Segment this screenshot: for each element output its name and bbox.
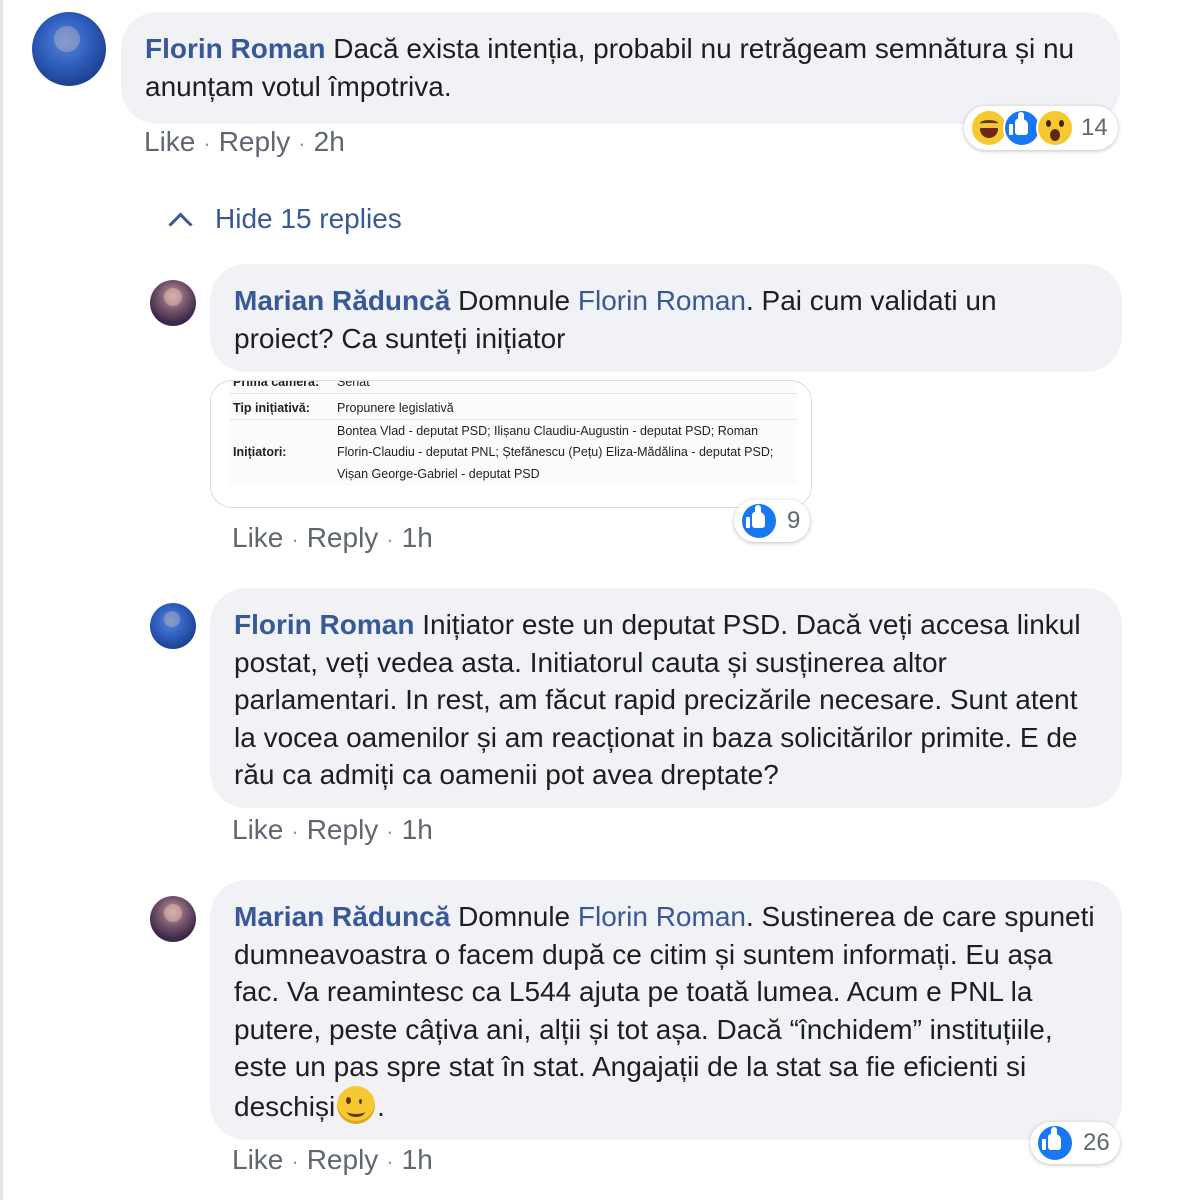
hide-replies-button[interactable]: Hide 15 replies bbox=[168, 203, 402, 237]
separator-dot: · bbox=[386, 527, 394, 552]
reaction-count: 26 bbox=[1083, 1129, 1110, 1156]
doc-label: Inițiatori: bbox=[233, 445, 287, 459]
avatar[interactable] bbox=[150, 603, 196, 649]
reply-prefix: Domnule bbox=[458, 285, 571, 316]
document-snippet: Prima cameră: Senat Tip inițiativă: Prop… bbox=[229, 381, 797, 485]
wink-emoji-icon bbox=[337, 1085, 376, 1124]
reactions-summary[interactable]: 14 bbox=[964, 106, 1118, 150]
reply-button[interactable]: Reply bbox=[307, 522, 379, 553]
reaction-count: 14 bbox=[1081, 114, 1108, 141]
reply-bubble: Florin Roman Inițiator este un deputat P… bbox=[210, 588, 1122, 808]
reply-button[interactable]: Reply bbox=[219, 126, 291, 157]
reply-actions: Like · Reply · 1h bbox=[232, 522, 433, 554]
like-button[interactable]: Like bbox=[232, 1144, 283, 1175]
chevron-up-icon bbox=[168, 212, 193, 237]
reply-actions: Like · Reply · 1h bbox=[232, 814, 433, 846]
like-button[interactable]: Like bbox=[232, 522, 283, 553]
reactions-summary[interactable]: 9 bbox=[734, 500, 810, 542]
reply-author[interactable]: Marian Răduncă bbox=[234, 901, 450, 932]
comment-actions: Like · Reply · 2h bbox=[144, 126, 345, 158]
mention-link[interactable]: Florin Roman bbox=[578, 285, 746, 316]
like-button[interactable]: Like bbox=[232, 814, 283, 845]
separator-dot: · bbox=[203, 131, 211, 156]
avatar[interactable] bbox=[150, 896, 196, 942]
reply-bubble: Marian Răduncă Domnule Florin Roman. Sus… bbox=[210, 880, 1122, 1140]
attached-image[interactable]: Prima cameră: Senat Tip inițiativă: Prop… bbox=[210, 380, 812, 508]
reply-bubble: Marian Răduncă Domnule Florin Roman. Pai… bbox=[210, 264, 1122, 372]
doc-value: Bontea Vlad - deputat PSD; Ilișanu Claud… bbox=[337, 424, 759, 438]
reply-author[interactable]: Marian Răduncă bbox=[234, 285, 450, 316]
separator-dot: · bbox=[291, 1149, 299, 1174]
mention-link[interactable]: Florin Roman bbox=[578, 901, 746, 932]
doc-value: Senat bbox=[337, 380, 370, 389]
like-icon bbox=[1036, 1124, 1074, 1162]
timestamp[interactable]: 1h bbox=[402, 814, 433, 845]
like-icon bbox=[740, 502, 778, 540]
doc-value: Propunere legislativă bbox=[337, 401, 454, 415]
like-button[interactable]: Like bbox=[144, 126, 195, 157]
reaction-count: 9 bbox=[787, 507, 801, 534]
doc-value: Vișan George-Gabriel - deputat PSD bbox=[337, 467, 540, 481]
separator-dot: · bbox=[386, 819, 394, 844]
avatar[interactable] bbox=[32, 12, 106, 86]
reply-end: . bbox=[377, 1090, 385, 1122]
avatar[interactable] bbox=[150, 280, 196, 326]
reply-button[interactable]: Reply bbox=[307, 1144, 379, 1175]
timestamp[interactable]: 2h bbox=[314, 126, 345, 157]
separator-dot: · bbox=[298, 131, 306, 156]
timestamp[interactable]: 1h bbox=[402, 1144, 433, 1175]
reply-actions: Like · Reply · 1h bbox=[232, 1144, 433, 1176]
separator-dot: · bbox=[291, 527, 299, 552]
doc-label: Prima cameră: bbox=[233, 380, 320, 389]
doc-value: Florin-Claudiu - deputat PNL; Ștefănescu… bbox=[337, 445, 774, 459]
wow-icon bbox=[1036, 109, 1074, 147]
comment-author[interactable]: Florin Roman bbox=[145, 33, 325, 64]
timestamp[interactable]: 1h bbox=[402, 522, 433, 553]
separator-dot: · bbox=[291, 819, 299, 844]
reply-button[interactable]: Reply bbox=[307, 814, 379, 845]
comment-bubble: Florin Roman Dacă exista intenția, proba… bbox=[121, 12, 1120, 124]
reply-author[interactable]: Florin Roman bbox=[234, 609, 414, 640]
separator-dot: · bbox=[386, 1149, 394, 1174]
hide-replies-label: Hide 15 replies bbox=[215, 203, 402, 234]
doc-label: Tip inițiativă: bbox=[233, 401, 310, 415]
reply-prefix: Domnule bbox=[458, 901, 571, 932]
reactions-summary[interactable]: 26 bbox=[1030, 1122, 1120, 1164]
thread-rule bbox=[0, 0, 3, 1200]
